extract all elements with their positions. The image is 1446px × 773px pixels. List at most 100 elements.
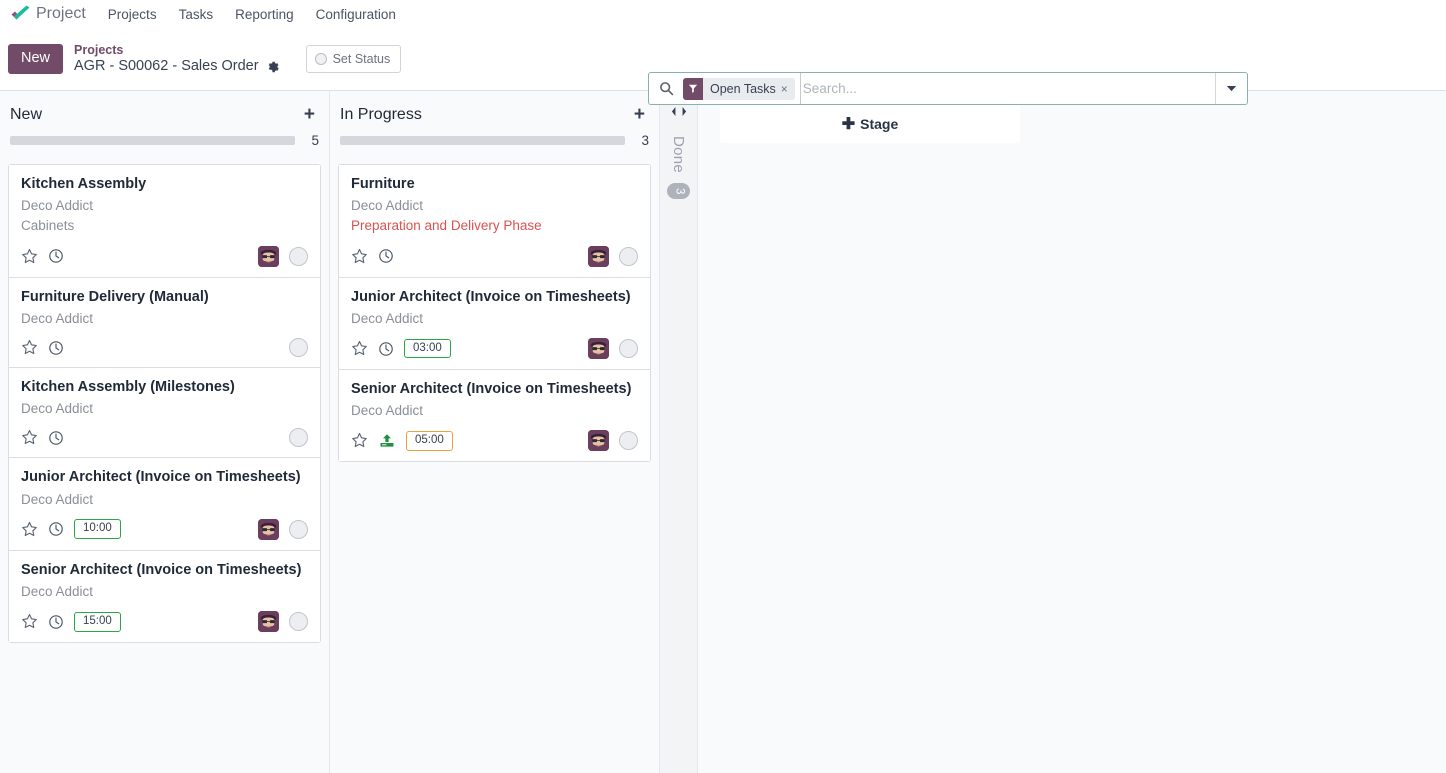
add-card-button[interactable]: + (630, 105, 649, 124)
clock-icon[interactable] (48, 614, 64, 630)
star-icon[interactable] (21, 429, 38, 446)
kanban-progress-bar[interactable] (10, 136, 295, 145)
time-badge: 15:00 (74, 611, 121, 632)
kanban-column-title: In Progress (340, 105, 422, 123)
card-customer: Deco Addict (21, 198, 94, 214)
nav-item-tasks[interactable]: Tasks (179, 7, 214, 22)
card-footer: 03:00 (351, 338, 638, 359)
card-customer: Deco Addict (351, 310, 424, 326)
search-facet-open-tasks[interactable]: Open Tasks × (683, 77, 795, 100)
kanban-state-circle[interactable] (289, 246, 308, 266)
card-customer: Deco Addict (21, 491, 94, 507)
nav-item-reporting[interactable]: Reporting (235, 7, 294, 22)
star-icon[interactable] (351, 432, 368, 449)
app-name: Project (36, 5, 86, 22)
card-customer: Deco Addict (21, 401, 94, 417)
star-icon[interactable] (21, 521, 38, 538)
add-stage-label: Stage (860, 116, 899, 132)
card-customer: Deco Addict (21, 310, 94, 326)
card-title: Junior Architect (Invoice on Timesheets) (351, 288, 631, 305)
card-title: Furniture (351, 176, 415, 192)
card-tag: Cabinets (21, 218, 75, 234)
card-title: Furniture Delivery (Manual) (21, 288, 209, 305)
card-footer (351, 245, 638, 267)
kanban-progress-row: 5 (8, 124, 321, 148)
kanban-card[interactable]: Kitchen Assembly Deco Addict Cabinets (9, 165, 320, 278)
kanban-card[interactable]: Senior Architect (Invoice on Timesheets)… (339, 370, 650, 462)
card-title: Kitchen Assembly (Milestones) (21, 379, 235, 395)
card-title: Senior Architect (Invoice on Timesheets) (21, 561, 302, 578)
control-panel: New Projects AGR - S00062 - Sales Order … (0, 28, 1446, 105)
card-footer (21, 338, 308, 357)
card-title: Junior Architect (Invoice on Timesheets) (21, 469, 301, 486)
card-title: Kitchen Assembly (21, 176, 147, 192)
avatar[interactable] (588, 430, 609, 452)
upload-icon[interactable] (378, 433, 396, 449)
clock-icon[interactable] (48, 340, 64, 356)
breadcrumb: Projects AGR - S00062 - Sales Order (74, 43, 280, 75)
nav-item-configuration[interactable]: Configuration (316, 7, 396, 22)
search-icon[interactable] (649, 81, 683, 96)
kanban-state-circle[interactable] (289, 612, 308, 632)
set-status-button[interactable]: Set Status (305, 45, 402, 73)
kanban-column-count: 3 (666, 183, 691, 200)
avatar[interactable] (588, 245, 609, 267)
kanban-card[interactable]: Furniture Delivery (Manual) Deco Addict (9, 277, 320, 368)
new-button[interactable]: New (8, 44, 64, 74)
chevron-down-icon[interactable] (1215, 73, 1247, 104)
nav-item-projects[interactable]: Projects (108, 7, 157, 22)
star-icon[interactable] (21, 339, 38, 356)
search-input[interactable] (799, 73, 1215, 104)
kanban-state-circle[interactable] (619, 339, 638, 358)
gear-icon[interactable] (266, 60, 280, 74)
star-icon[interactable] (21, 613, 38, 630)
kanban-column-in-progress: In Progress + 3 Furniture Deco Addict Pr… (330, 91, 660, 773)
clock-icon[interactable] (48, 430, 64, 446)
star-icon[interactable] (351, 340, 368, 357)
kanban-card[interactable]: Junior Architect (Invoice on Timesheets)… (9, 458, 320, 551)
kanban-state-circle[interactable] (289, 519, 308, 539)
expand-collapse-icon[interactable] (671, 105, 687, 120)
star-icon[interactable] (21, 248, 38, 265)
filter-icon (683, 77, 703, 100)
clock-icon[interactable] (48, 521, 64, 537)
clock-icon[interactable] (48, 248, 64, 264)
kanban-column-header: In Progress + (338, 91, 651, 124)
add-card-button[interactable]: + (300, 105, 319, 124)
kanban-card[interactable]: Senior Architect (Invoice on Timesheets)… (9, 550, 320, 643)
clock-icon[interactable] (378, 248, 394, 264)
kanban-card-list: Furniture Deco Addict Preparation and De… (338, 164, 651, 463)
clock-icon[interactable] (378, 341, 394, 357)
add-stage-button[interactable]: ✚ Stage (720, 105, 1020, 143)
card-footer: 10:00 (21, 518, 308, 540)
breadcrumb-current-row: AGR - S00062 - Sales Order (74, 58, 280, 75)
card-customer: Deco Addict (351, 403, 424, 419)
kanban-column-done-folded[interactable]: Done 3 (660, 91, 698, 773)
kanban-state-circle[interactable] (289, 338, 308, 357)
kanban-progress-bar[interactable] (340, 136, 625, 145)
kanban-column-header: New + (8, 91, 321, 124)
kanban-column-title: New (10, 105, 43, 123)
kanban-state-circle[interactable] (619, 246, 638, 266)
odoo-check-logo-icon[interactable] (8, 4, 34, 24)
kanban-progress-row: 3 (338, 124, 651, 148)
kanban-column-new: New + 5 Kitchen Assembly Deco Addict Cab… (0, 91, 330, 773)
avatar[interactable] (258, 245, 279, 267)
kanban-state-circle[interactable] (619, 431, 638, 451)
breadcrumb-current-record: AGR - S00062 - Sales Order (74, 58, 259, 75)
kanban-card-list: Kitchen Assembly Deco Addict Cabinets Fu… (8, 164, 321, 644)
kanban-column-title: Done (670, 136, 687, 174)
star-icon[interactable] (351, 248, 368, 265)
avatar[interactable] (258, 518, 279, 540)
kanban-state-circle[interactable] (289, 428, 308, 448)
status-circle-icon (314, 53, 327, 65)
search-facet-label: Open Tasks (710, 81, 776, 96)
close-icon[interactable]: × (781, 82, 795, 96)
kanban-column-count: 5 (311, 133, 319, 148)
kanban-card[interactable]: Junior Architect (Invoice on Timesheets)… (339, 277, 650, 370)
breadcrumb-parent-projects[interactable]: Projects (74, 43, 280, 57)
kanban-card[interactable]: Furniture Deco Addict Preparation and De… (339, 165, 650, 278)
avatar[interactable] (258, 611, 279, 633)
kanban-card[interactable]: Kitchen Assembly (Milestones) Deco Addic… (9, 368, 320, 459)
avatar[interactable] (588, 338, 609, 359)
